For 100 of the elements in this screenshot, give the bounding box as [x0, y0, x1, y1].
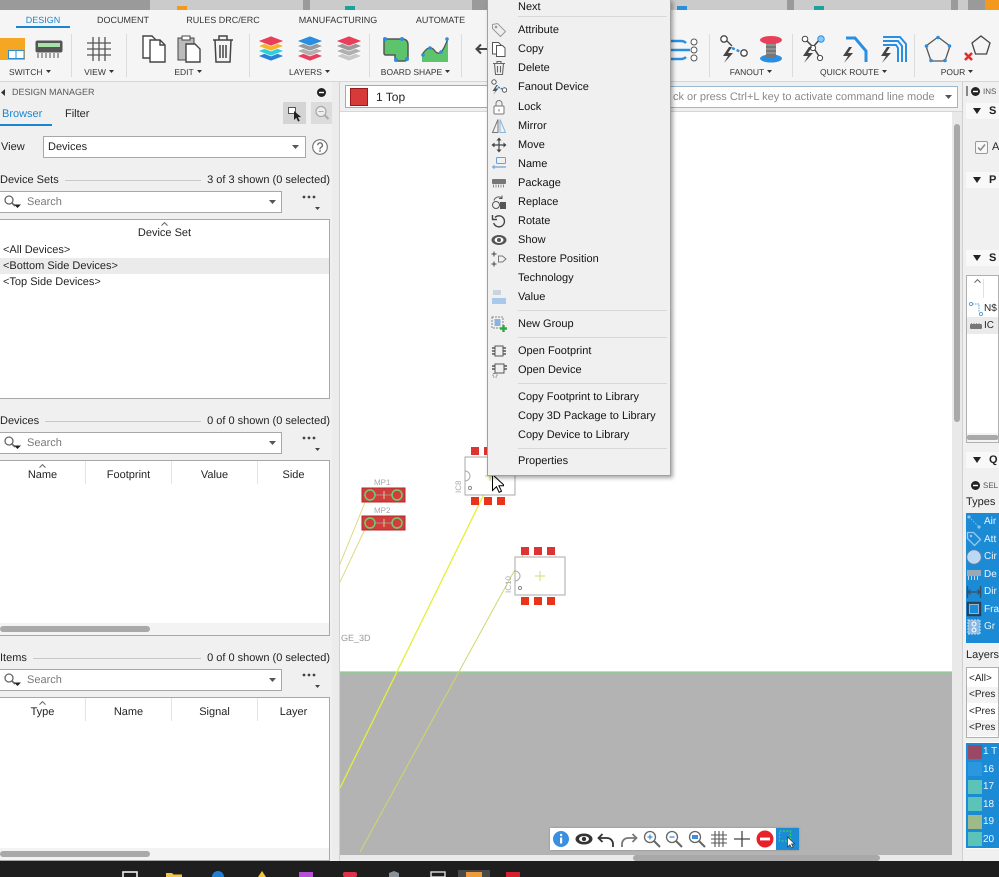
- group-menu-button[interactable]: BOARD SHAPE: [380, 66, 450, 77]
- minimize-icon[interactable]: [317, 88, 326, 96]
- menu-item[interactable]: Delete: [488, 58, 670, 78]
- horizontal-scrollbar[interactable]: [340, 855, 962, 861]
- scrollbar-thumb[interactable]: [0, 626, 150, 632]
- menu-item[interactable]: New Group: [488, 314, 670, 334]
- column-header[interactable]: Layer: [258, 698, 329, 721]
- list-item[interactable]: <All>: [967, 670, 998, 686]
- layers-icon[interactable]: [334, 35, 362, 62]
- menu-item[interactable]: Copy Footprint to Library: [488, 387, 670, 406]
- list-item[interactable]: <Top Side Devices>: [0, 274, 329, 290]
- menu-item[interactable]: Package: [488, 173, 670, 192]
- cylinder-stack-icon[interactable]: [758, 34, 782, 63]
- group-menu-button[interactable]: EDIT: [174, 66, 202, 77]
- menu-item[interactable]: Next: [488, 0, 670, 13]
- ribbon-tab[interactable]: DOCUMENT: [86, 10, 160, 28]
- group-menu-button[interactable]: POUR: [940, 66, 974, 77]
- horizontal-scrollbar[interactable]: [0, 848, 329, 860]
- search-field[interactable]: Search: [0, 432, 282, 454]
- delete-icon[interactable]: [212, 34, 234, 63]
- list-item[interactable]: IC: [967, 317, 998, 334]
- list-item[interactable]: <All Devices>: [0, 242, 329, 258]
- menu-item[interactable]: Mirror: [488, 116, 670, 136]
- section-header[interactable]: Q: [966, 452, 999, 468]
- checkbox[interactable]: [975, 140, 988, 154]
- scrollbar-thumb[interactable]: [967, 435, 998, 440]
- paste-icon[interactable]: [177, 34, 201, 63]
- group-menu-button[interactable]: SWITCH: [9, 66, 51, 77]
- no-entry-icon[interactable]: [756, 830, 774, 848]
- taskbar-app-icon[interactable]: [166, 871, 182, 877]
- menu-item[interactable]: Move: [488, 135, 670, 154]
- ribbon-tab[interactable]: DESIGN: [16, 10, 70, 28]
- layers-icon[interactable]: [256, 35, 284, 62]
- column-header[interactable]: Type: [0, 698, 86, 721]
- section-header[interactable]: S: [966, 103, 999, 119]
- zoom-out-icon[interactable]: [665, 830, 684, 848]
- layers-icon[interactable]: [296, 35, 324, 62]
- column-header[interactable]: Name: [0, 461, 86, 484]
- section-header[interactable]: P: [966, 172, 999, 188]
- column-header[interactable]: Name: [86, 698, 172, 721]
- minimize-icon[interactable]: [971, 480, 980, 490]
- column-header[interactable]: Side: [258, 461, 329, 484]
- dropdown-caret-icon[interactable]: [945, 94, 952, 98]
- menu-item[interactable]: Restore Position: [488, 250, 670, 269]
- zoom-in-icon[interactable]: [642, 830, 661, 848]
- search-field[interactable]: Search: [0, 190, 282, 212]
- menu-item[interactable]: Copy 3D Package to Library: [488, 406, 670, 426]
- taskbar-app-icon[interactable]: [430, 871, 446, 877]
- crosshair-icon[interactable]: [733, 830, 752, 848]
- arrow-icon[interactable]: [475, 43, 487, 55]
- menu-item[interactable]: Copy: [488, 40, 670, 59]
- collapse-arrow-icon[interactable]: [1, 88, 5, 96]
- taskbar-app-icon[interactable]: [122, 871, 138, 877]
- group-menu-button[interactable]: VIEW: [84, 66, 114, 77]
- board-icon[interactable]: [0, 38, 25, 60]
- section-header[interactable]: S: [966, 250, 999, 266]
- grid-icon[interactable]: [710, 830, 728, 848]
- group-menu-button[interactable]: LAYERS: [289, 66, 330, 77]
- menu-item[interactable]: Properties: [488, 452, 670, 472]
- menu-item[interactable]: Attribute: [488, 20, 670, 40]
- lightning-link-icon[interactable]: [720, 34, 748, 63]
- menu-item[interactable]: Technology: [488, 268, 670, 288]
- vertical-scrollbar[interactable]: [952, 112, 962, 855]
- dropdown-caret-icon[interactable]: [269, 678, 276, 682]
- list-item[interactable]: <Bottom Side Devices>: [0, 258, 329, 274]
- zoom-fit-icon[interactable]: [688, 830, 706, 848]
- selection-tool-icon[interactable]: [776, 828, 799, 850]
- copy-icon[interactable]: [142, 34, 166, 63]
- menu-item[interactable]: Rotate: [488, 212, 670, 231]
- list-item[interactable]: <Pres: [967, 686, 998, 703]
- column-header[interactable]: Device Set: [0, 220, 329, 242]
- menu-item[interactable]: Replace: [488, 192, 670, 212]
- dropdown-caret-icon[interactable]: [269, 440, 276, 444]
- ribbon-tab[interactable]: RULES DRC/ERC: [176, 10, 270, 28]
- horizontal-scrollbar[interactable]: [0, 623, 329, 635]
- list-item[interactable]: <Pres: [967, 703, 998, 720]
- ribbon-tab[interactable]: MANUFACTURING: [290, 10, 386, 28]
- scrollbar-thumb[interactable]: [0, 851, 150, 857]
- search-field[interactable]: Search: [0, 668, 282, 690]
- lightning-traces-icon[interactable]: [878, 34, 906, 63]
- polygon-delete-icon[interactable]: [962, 34, 990, 63]
- chip-icon[interactable]: [35, 40, 63, 58]
- ribbon-tab[interactable]: AUTOMATE: [404, 10, 477, 28]
- menu-item[interactable]: Name: [488, 154, 670, 174]
- help-icon[interactable]: [312, 139, 328, 155]
- menu-item[interactable]: Show: [488, 230, 670, 250]
- column-header[interactable]: Value: [172, 461, 258, 484]
- column-header[interactable]: Signal: [172, 698, 258, 721]
- grid-icon[interactable]: [86, 36, 112, 62]
- column-header[interactable]: Footprint: [86, 461, 172, 484]
- curve-icon[interactable]: [421, 34, 449, 63]
- panel-tab[interactable]: Filter: [63, 100, 90, 126]
- menu-item[interactable]: Open Device: [488, 360, 670, 380]
- menu-item[interactable]: Open Footprint: [488, 341, 670, 360]
- scrollbar-thumb[interactable]: [954, 124, 960, 422]
- select-tool-icon[interactable]: [283, 102, 306, 124]
- scrollbar-thumb[interactable]: [633, 855, 880, 861]
- view-dropdown[interactable]: Devices: [43, 136, 306, 158]
- horizontal-scrollbar[interactable]: [967, 433, 998, 442]
- polygon-icon[interactable]: [924, 34, 952, 63]
